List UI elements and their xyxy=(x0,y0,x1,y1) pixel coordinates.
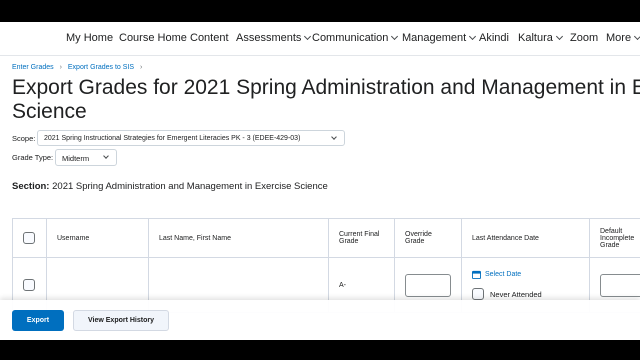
chevron-down-icon xyxy=(555,32,563,41)
override-grade-input[interactable] xyxy=(405,273,451,297)
nav-management[interactable]: Management xyxy=(402,32,477,44)
chevron-down-icon xyxy=(304,32,312,41)
grade-type-select[interactable]: Midterm xyxy=(55,149,117,166)
never-attended-option[interactable]: Never Attended xyxy=(472,288,579,300)
calendar-icon xyxy=(472,270,481,279)
header-last-attendance-date: Last Attendance Date xyxy=(461,218,590,258)
breadcrumb: Enter Grades › Export Grades to SIS › xyxy=(12,64,146,71)
grade-type-label: Grade Type: xyxy=(12,153,54,162)
breadcrumb-separator-icon: › xyxy=(140,64,143,71)
default-incomplete-input[interactable] xyxy=(600,273,640,297)
header-override-grade: Override Grade xyxy=(394,218,462,258)
nav-more[interactable]: More xyxy=(606,32,640,44)
export-grades-table: Username Last Name, First Name Current F… xyxy=(12,218,640,313)
chevron-down-icon xyxy=(391,32,399,41)
header-name[interactable]: Last Name, First Name xyxy=(148,218,329,258)
grade-type-select-value: Midterm xyxy=(62,154,90,163)
browser-viewport: My Home Course Home Content Assessments … xyxy=(0,22,640,340)
nav-course-home[interactable]: Course Home xyxy=(119,32,187,44)
breadcrumb-export-grades[interactable]: Export Grades to SIS xyxy=(68,64,134,71)
nav-communication[interactable]: Communication xyxy=(312,32,399,44)
floating-button-bar: Export View Export History xyxy=(0,300,640,340)
header-default-incomplete-grade: Default Incomplete Grade xyxy=(589,218,640,258)
section-label: Section: xyxy=(12,181,50,192)
breadcrumb-separator-icon: › xyxy=(59,64,62,71)
view-export-history-button[interactable]: View Export History xyxy=(73,310,169,331)
nav-assessments[interactable]: Assessments xyxy=(236,32,312,44)
chevron-down-icon xyxy=(634,32,640,41)
chevron-down-icon xyxy=(469,32,477,41)
page-title: Export Grades for 2021 Spring Administra… xyxy=(12,76,640,99)
never-attended-checkbox[interactable] xyxy=(472,288,484,300)
nav-akindi[interactable]: Akindi xyxy=(479,32,509,44)
export-button[interactable]: Export xyxy=(12,310,64,331)
course-navbar: My Home Course Home Content Assessments … xyxy=(0,22,640,56)
chevron-down-icon xyxy=(331,134,337,140)
nav-kaltura[interactable]: Kaltura xyxy=(518,32,563,44)
select-date-link[interactable]: Select Date xyxy=(472,270,521,279)
header-current-final-grade: Current Final Grade xyxy=(328,218,395,258)
never-attended-label: Never Attended xyxy=(490,289,542,299)
scope-label: Scope: xyxy=(12,134,36,143)
select-date-label: Select Date xyxy=(485,271,522,278)
section-line: Section: 2021 Spring Administration and … xyxy=(12,181,328,192)
breadcrumb-enter-grades[interactable]: Enter Grades xyxy=(12,64,54,71)
select-all-cell xyxy=(12,218,47,258)
scope-select[interactable]: 2021 Spring Instructional Strategies for… xyxy=(37,130,345,146)
table-header-row: Username Last Name, First Name Current F… xyxy=(12,218,640,258)
nav-zoom[interactable]: Zoom xyxy=(570,32,598,44)
nav-content[interactable]: Content xyxy=(190,32,229,44)
chevron-down-icon xyxy=(103,153,109,159)
header-username[interactable]: Username xyxy=(46,218,149,258)
page-title-continued: Science xyxy=(12,100,87,123)
section-value: 2021 Spring Administration and Managemen… xyxy=(52,181,328,192)
row-checkbox[interactable] xyxy=(23,279,35,291)
select-all-checkbox[interactable] xyxy=(23,232,35,244)
nav-my-home[interactable]: My Home xyxy=(66,32,113,44)
scope-select-value: 2021 Spring Instructional Strategies for… xyxy=(44,135,301,142)
